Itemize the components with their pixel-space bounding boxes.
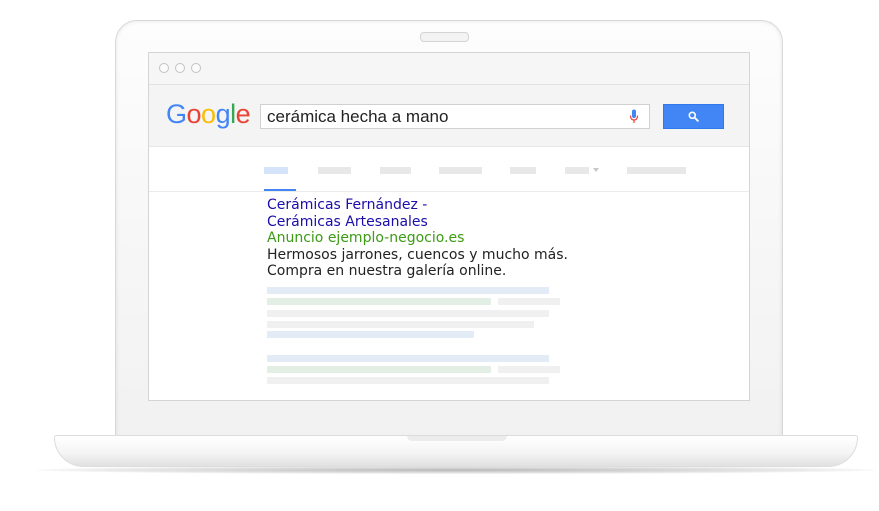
tab-placeholder[interactable] — [510, 167, 536, 174]
active-tab-indicator — [264, 189, 296, 191]
google-logo: Google — [166, 99, 251, 129]
tab-more[interactable] — [565, 167, 589, 174]
search-query[interactable]: cerámica hecha a mano — [267, 107, 448, 127]
search-input[interactable]: cerámica hecha a mano — [260, 104, 650, 129]
tab-placeholder[interactable] — [380, 167, 411, 174]
window-close-dot[interactable] — [159, 63, 169, 73]
tab-tools[interactable] — [627, 167, 686, 174]
window-minimize-dot[interactable] — [175, 63, 185, 73]
ad-description-line1: Hermosos jarrones, cuencos y mucho más. — [267, 246, 568, 263]
tab-placeholder[interactable] — [318, 167, 351, 174]
window-maximize-dot[interactable] — [191, 63, 201, 73]
tab-placeholder[interactable] — [439, 167, 482, 174]
ad-title-line2[interactable]: Cerámicas Artesanales — [267, 214, 607, 231]
results-tabs — [149, 147, 749, 192]
browser-chrome — [149, 53, 749, 85]
laptop-screen: Google cerámica hecha a mano Cerámicas F… — [148, 52, 750, 401]
ad-label: Anuncio — [267, 230, 324, 246]
placeholder-result-snippet — [498, 298, 560, 305]
placeholder-result-snippet — [267, 310, 549, 317]
laptop-base — [54, 435, 858, 467]
logo-letter: e — [235, 99, 251, 129]
ad-result: Cerámicas Fernández - Cerámicas Artesana… — [267, 197, 607, 280]
laptop-camera — [420, 32, 469, 42]
laptop-shadow — [36, 466, 876, 474]
microphone-icon[interactable] — [629, 109, 639, 125]
placeholder-result-title — [267, 287, 549, 294]
magnifier-icon — [688, 111, 699, 122]
placeholder-result-url — [267, 366, 491, 373]
placeholder-result-snippet — [267, 321, 534, 328]
ad-description-line2: Compra en nuestra galería online. — [267, 263, 507, 279]
placeholder-result-snippet — [267, 377, 549, 384]
search-button[interactable] — [663, 104, 724, 129]
chevron-down-icon — [593, 168, 599, 172]
logo-letter: o — [201, 99, 216, 129]
tab-all[interactable] — [264, 167, 288, 174]
logo-letter: g — [215, 99, 231, 129]
placeholder-result-title — [267, 331, 474, 338]
ad-title-line1[interactable]: Cerámicas Fernández - — [267, 197, 607, 214]
placeholder-result-title — [267, 355, 549, 362]
placeholder-result-url — [267, 298, 491, 305]
ad-url-line: Anuncio ejemplo-negocio.es — [267, 230, 607, 247]
search-header: Google cerámica hecha a mano — [149, 85, 749, 147]
logo-letter: G — [166, 99, 187, 129]
logo-letter: o — [186, 99, 202, 129]
ad-url[interactable]: ejemplo-negocio.es — [328, 230, 465, 246]
placeholder-result-snippet — [498, 366, 560, 373]
laptop-base-notch — [407, 436, 507, 441]
